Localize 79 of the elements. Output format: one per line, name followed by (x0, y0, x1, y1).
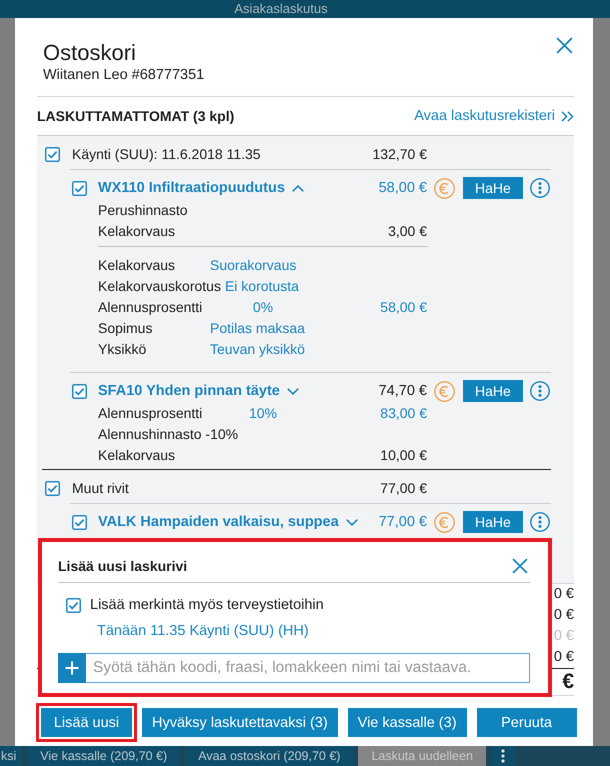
euro-coin-icon[interactable] (434, 512, 455, 532)
chevron-down-icon[interactable] (286, 388, 299, 394)
dialog-title: Ostoskori (43, 40, 137, 66)
close-button[interactable] (556, 37, 573, 54)
group-label: Muut rivit (72, 480, 129, 496)
dialog-button[interactable]: Peruuta (476, 708, 577, 737)
row-label: Alennusprosentti (98, 298, 204, 314)
more-button[interactable] (490, 746, 515, 766)
row-label: Sopimus (98, 320, 154, 336)
row-label: Kelakorvauskorotus (98, 278, 221, 294)
double-chevron-icon (561, 110, 574, 122)
footer-button[interactable]: Laskuta uudelleen (358, 746, 486, 766)
row-amount: 83,00 € (380, 404, 427, 420)
row-label: Perushinnasto (98, 202, 188, 218)
chevron-up-icon[interactable] (292, 184, 304, 192)
row-amount: 58,00 € (380, 298, 427, 314)
customer-label: Wiitanen Leo #68777351 (43, 66, 204, 84)
row-amount: 10,00 € (380, 446, 427, 462)
checkbox[interactable] (45, 480, 60, 496)
item-title[interactable]: VALK Hampaiden valkaisu, suppea (98, 514, 339, 530)
row-label: Kelakorvaus (98, 446, 176, 462)
more-icon (500, 749, 505, 763)
checkbox[interactable] (72, 514, 87, 530)
row-label: Alennushinnasto -10% (98, 426, 238, 442)
row-label: Kelakorvaus (98, 256, 176, 272)
euro-coin-icon[interactable] (434, 380, 455, 402)
footer-button[interactable]: ksi (0, 746, 22, 766)
item-price: 58,00 € (378, 180, 427, 196)
item-title[interactable]: WX110 Infiltraatiopuudutus (98, 180, 285, 196)
app-title: Asiakaslaskutus (234, 1, 328, 17)
group-total: 132,70 € (372, 146, 427, 162)
summary-amount: 0 € (554, 607, 574, 623)
checkbox[interactable] (72, 384, 87, 398)
code-search-field[interactable]: Syötä tähän koodi, fraasi, lomakkeen nimi tai vastaava. (86, 653, 530, 683)
row-label: Yksikkö (98, 340, 148, 356)
row-label: Alennusprosentti (98, 404, 204, 420)
row-amount: 3,00 € (388, 222, 427, 238)
item-title[interactable]: SFA10 Yhden pinnan täyte (98, 383, 280, 399)
percent-link[interactable]: 10% (248, 404, 278, 420)
provider-button[interactable]: HaHe (463, 380, 523, 402)
footer-button[interactable]: Avaa ostoskori (209,70 €) (185, 746, 354, 766)
group-total: 77,00 € (380, 480, 427, 496)
percent-link[interactable]: 0% (252, 298, 274, 314)
checkbox[interactable] (72, 180, 87, 196)
item-price: 77,00 € (378, 514, 427, 530)
footer-button[interactable]: Vie kassalle (209,70 €) (27, 746, 180, 766)
dialog-button[interactable]: Lisää uusi (41, 708, 132, 737)
summary-amount: 0 € (554, 586, 574, 602)
section-heading: LASKUTTAMATTOMAT (3 kpl) (37, 108, 234, 124)
dialog-button[interactable]: Vie kassalle (3) (348, 708, 467, 737)
group-label: Käynti (SUU): 11.6.2018 11.35 (72, 146, 261, 162)
provider-button[interactable]: HaHe (463, 177, 523, 199)
item-price: 74,70 € (378, 383, 427, 399)
more-icon[interactable] (530, 178, 550, 198)
visit-link[interactable]: Tänään 11.35 Käynti (SUU) (HH) (97, 621, 309, 641)
summary-amount: € (562, 670, 574, 693)
row-label: Kelakorvaus (98, 222, 176, 238)
add-button[interactable] (58, 653, 86, 683)
close-button[interactable] (512, 558, 528, 574)
checkbox[interactable] (45, 146, 60, 162)
checkbox-label: Lisää merkintä myös terveystietoihin (90, 597, 324, 613)
setting-link[interactable]: Potilas maksaa (210, 320, 305, 336)
setting-link[interactable]: Suorakorvaus (210, 256, 296, 272)
checkbox[interactable] (66, 598, 81, 612)
popup-title: Lisää uusi laskurivi (58, 558, 188, 574)
summary-amount: 0 € (554, 649, 574, 665)
more-icon[interactable] (530, 512, 550, 532)
open-register-link[interactable]: Avaa laskutusrekisteri (414, 108, 574, 124)
dialog-button[interactable]: Hyväksy laskutettavaksi (3) (142, 708, 338, 737)
chevron-down-icon[interactable] (346, 518, 358, 526)
more-icon[interactable] (530, 381, 550, 401)
summary-amount: 0 € (554, 628, 574, 644)
close-icon (556, 37, 573, 54)
close-icon (512, 558, 528, 574)
setting-link[interactable]: Teuvan yksikkö (210, 340, 305, 356)
euro-coin-icon[interactable] (434, 178, 455, 198)
plus-icon (65, 661, 79, 675)
setting-link[interactable]: Ei korotusta (224, 278, 299, 294)
provider-button[interactable]: HaHe (463, 511, 523, 533)
